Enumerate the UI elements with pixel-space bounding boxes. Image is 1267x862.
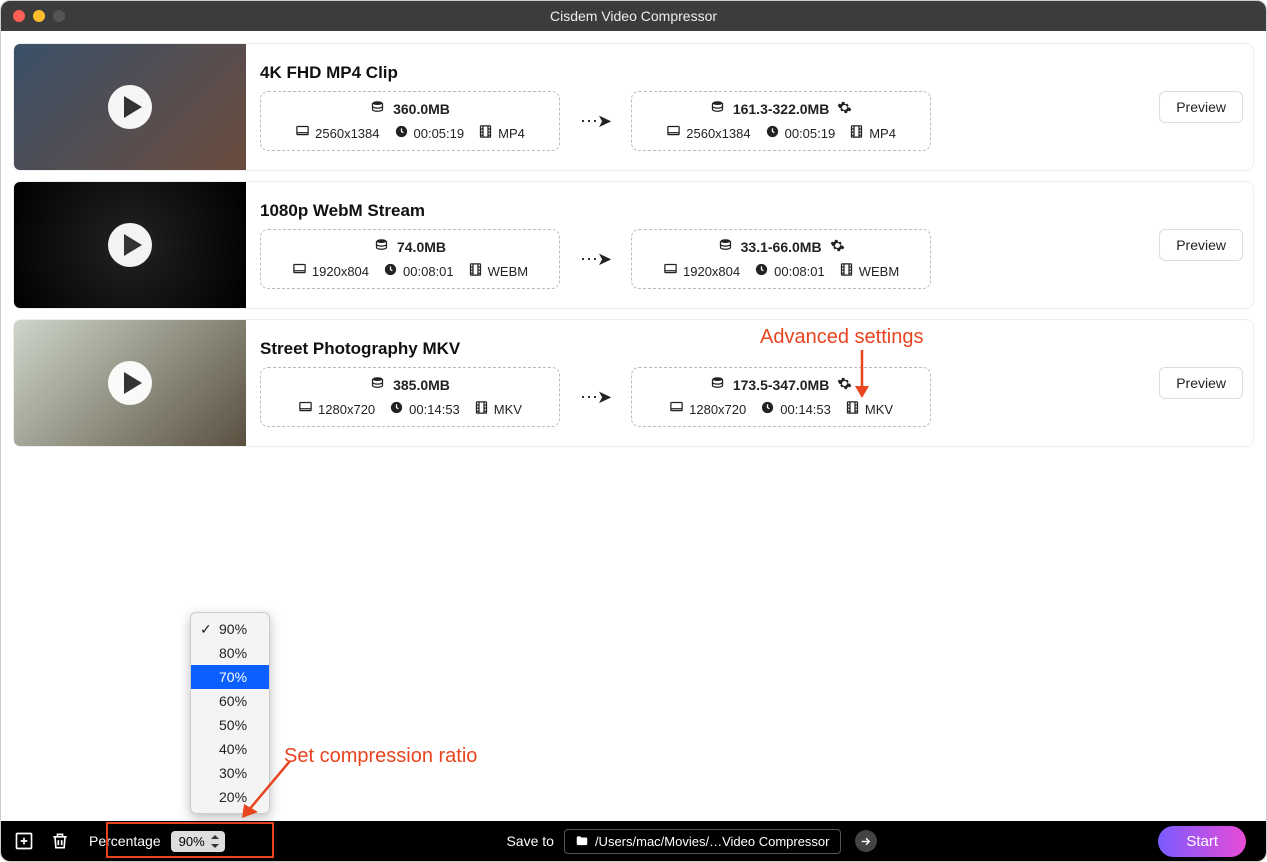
preview-button[interactable]: Preview <box>1159 367 1243 399</box>
output-info-box: 173.5-347.0MB 1280x720 00:14:53 MKV <box>631 367 931 427</box>
save-to-label: Save to <box>506 833 553 849</box>
play-icon <box>108 361 152 405</box>
monitor-icon <box>292 262 307 280</box>
start-button[interactable]: Start <box>1158 826 1246 857</box>
source-resolution: 1280x720 <box>318 402 375 417</box>
clock-icon <box>760 400 775 418</box>
monitor-icon <box>663 262 678 280</box>
output-resolution: 1280x720 <box>689 402 746 417</box>
close-window-button[interactable] <box>13 10 25 22</box>
source-duration: 00:08:01 <box>403 264 454 279</box>
video-row: 1080p WebM Stream 74.0MB 1920x804 00:08:… <box>13 181 1254 309</box>
annotation-advanced-settings: Advanced settings <box>760 326 923 349</box>
source-format: WEBM <box>488 264 528 279</box>
add-file-button[interactable] <box>11 828 37 854</box>
open-output-folder-button[interactable] <box>855 830 877 852</box>
output-info-box: 33.1-66.0MB 1920x804 00:08:01 WEBM <box>631 229 931 289</box>
arrow-icon: ⋯➤ <box>580 387 611 408</box>
film-icon <box>474 400 489 418</box>
output-size: 161.3-322.0MB <box>733 101 830 117</box>
database-icon <box>710 376 725 394</box>
video-thumbnail[interactable] <box>14 182 246 308</box>
film-icon <box>468 262 483 280</box>
zoom-window-button[interactable] <box>53 10 65 22</box>
output-size: 173.5-347.0MB <box>733 377 830 393</box>
database-icon <box>374 238 389 256</box>
percentage-option[interactable]: 60% <box>191 689 269 713</box>
clock-icon <box>765 124 780 142</box>
database-icon <box>710 100 725 118</box>
database-icon <box>718 238 733 256</box>
preview-button[interactable]: Preview <box>1159 229 1243 261</box>
clock-icon <box>389 400 404 418</box>
clock-icon <box>754 262 769 280</box>
monitor-icon <box>295 124 310 142</box>
source-resolution: 1920x804 <box>312 264 369 279</box>
source-size: 74.0MB <box>397 239 446 255</box>
source-size: 385.0MB <box>393 377 450 393</box>
output-path-text: /Users/mac/Movies/…Video Compressor <box>595 834 830 849</box>
annotation-arrow-1 <box>850 350 880 402</box>
monitor-icon <box>666 124 681 142</box>
minimize-window-button[interactable] <box>33 10 45 22</box>
delete-file-button[interactable] <box>47 828 73 854</box>
film-icon <box>839 262 854 280</box>
percentage-option[interactable]: 80% <box>191 641 269 665</box>
annotation-compression-ratio: Set compression ratio <box>284 745 477 768</box>
video-filename: Street Photography MKV <box>260 339 1145 359</box>
video-row: Street Photography MKV 385.0MB 1280x720 … <box>13 319 1254 447</box>
film-icon <box>845 400 860 418</box>
output-resolution: 1920x804 <box>683 264 740 279</box>
database-icon <box>370 376 385 394</box>
settings-gear-button[interactable] <box>830 238 845 256</box>
output-format: MP4 <box>869 126 896 141</box>
arrow-icon: ⋯➤ <box>580 249 611 270</box>
clock-icon <box>394 124 409 142</box>
source-format: MP4 <box>498 126 525 141</box>
film-icon <box>478 124 493 142</box>
source-info-box: 74.0MB 1920x804 00:08:01 WEBM <box>260 229 560 289</box>
percentage-option[interactable]: 70% <box>191 665 269 689</box>
output-duration: 00:14:53 <box>780 402 831 417</box>
window-title: Cisdem Video Compressor <box>550 8 717 24</box>
titlebar: Cisdem Video Compressor <box>1 1 1266 31</box>
play-icon <box>108 85 152 129</box>
video-row: 4K FHD MP4 Clip 360.0MB 2560x1384 00:05:… <box>13 43 1254 171</box>
output-duration: 00:05:19 <box>785 126 836 141</box>
annotation-highlight-box <box>106 822 274 858</box>
source-resolution: 2560x1384 <box>315 126 379 141</box>
output-info-box: 161.3-322.0MB 2560x1384 00:05:19 MP4 <box>631 91 931 151</box>
preview-button[interactable]: Preview <box>1159 91 1243 123</box>
monitor-icon <box>669 400 684 418</box>
source-format: MKV <box>494 402 522 417</box>
settings-gear-button[interactable] <box>837 100 852 118</box>
output-duration: 00:08:01 <box>774 264 825 279</box>
video-filename: 1080p WebM Stream <box>260 201 1145 221</box>
source-info-box: 360.0MB 2560x1384 00:05:19 MP4 <box>260 91 560 151</box>
source-size: 360.0MB <box>393 101 450 117</box>
output-resolution: 2560x1384 <box>686 126 750 141</box>
source-duration: 00:05:19 <box>414 126 465 141</box>
output-format: MKV <box>865 402 893 417</box>
traffic-lights <box>13 10 65 22</box>
video-thumbnail[interactable] <box>14 320 246 446</box>
database-icon <box>370 100 385 118</box>
source-info-box: 385.0MB 1280x720 00:14:53 MKV <box>260 367 560 427</box>
clock-icon <box>383 262 398 280</box>
arrow-icon: ⋯➤ <box>580 111 611 132</box>
percentage-option[interactable]: 50% <box>191 713 269 737</box>
output-path-field[interactable]: /Users/mac/Movies/…Video Compressor <box>564 829 841 854</box>
output-format: WEBM <box>859 264 899 279</box>
percentage-option[interactable]: ✓90% <box>191 617 269 641</box>
video-filename: 4K FHD MP4 Clip <box>260 63 1145 83</box>
video-thumbnail[interactable] <box>14 44 246 170</box>
monitor-icon <box>298 400 313 418</box>
output-size: 33.1-66.0MB <box>741 239 822 255</box>
source-duration: 00:14:53 <box>409 402 460 417</box>
play-icon <box>108 223 152 267</box>
film-icon <box>849 124 864 142</box>
